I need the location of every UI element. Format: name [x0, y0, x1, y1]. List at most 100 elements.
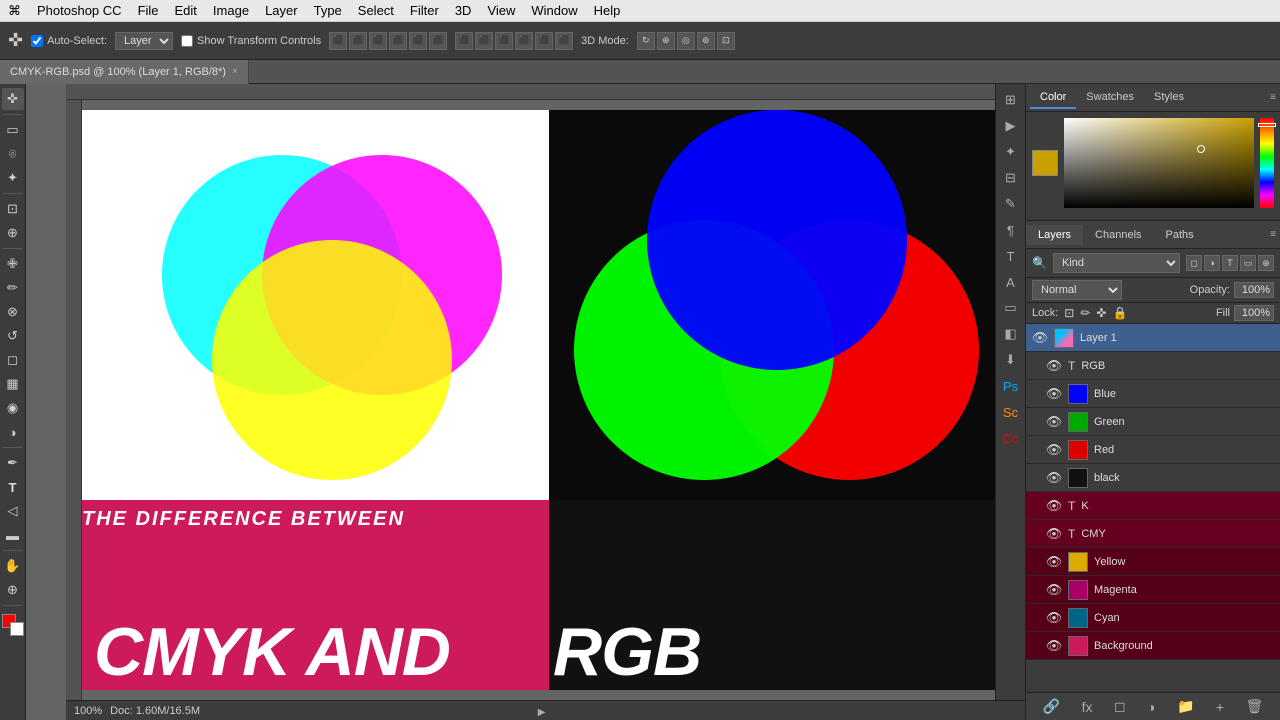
- menu-layer[interactable]: Layer: [265, 3, 298, 18]
- layer-kind-select[interactable]: Kind: [1053, 253, 1180, 273]
- dist-bottom-icon[interactable]: ⬛: [495, 32, 513, 50]
- zoom-tool-button[interactable]: ⊕: [2, 579, 24, 601]
- play-icon[interactable]: ▶: [999, 114, 1023, 138]
- wand-tool-button[interactable]: ✦: [2, 167, 24, 189]
- add-style-button[interactable]: fx: [1078, 697, 1097, 717]
- layer-item-background[interactable]: 👁 Background: [1026, 632, 1280, 660]
- layer-item-yellow[interactable]: 👁 Yellow: [1026, 548, 1280, 576]
- filter-adjust-icon[interactable]: ◑: [1204, 255, 1220, 271]
- menu-photoshop[interactable]: Photoshop CC: [37, 3, 122, 18]
- dodge-tool-button[interactable]: ◑: [2, 421, 24, 443]
- cc-icon[interactable]: Cc: [999, 426, 1023, 450]
- delete-layer-button[interactable]: 🗑: [1241, 696, 1267, 717]
- dist-hcenter-icon[interactable]: ⬛: [535, 32, 553, 50]
- layer-vis-yellow[interactable]: 👁: [1046, 554, 1062, 570]
- layer-item-black[interactable]: 👁 black: [1026, 464, 1280, 492]
- shapes-icon[interactable]: ▭: [999, 296, 1023, 320]
- color-foreground-swatch[interactable]: [1032, 150, 1058, 176]
- layer-item-magenta[interactable]: 👁 Magenta: [1026, 576, 1280, 604]
- apple-menu[interactable]: ⌘: [8, 3, 21, 19]
- color-panel-collapse[interactable]: ≡: [1270, 92, 1276, 103]
- ruler-icon[interactable]: ⊟: [999, 166, 1023, 190]
- crop-tool-button[interactable]: ⊡: [2, 198, 24, 220]
- character-icon[interactable]: A: [999, 270, 1023, 294]
- layer-item-cyan[interactable]: 👁 Cyan: [1026, 604, 1280, 632]
- tab-close-button[interactable]: ×: [232, 66, 238, 77]
- lock-all-icon[interactable]: 🔒: [1112, 306, 1127, 320]
- layer-item-blue[interactable]: 👁 Blue: [1026, 380, 1280, 408]
- 3d-zoom-icon[interactable]: ⊡: [717, 32, 735, 50]
- layer-vis-magenta[interactable]: 👁: [1046, 582, 1062, 598]
- lock-move-icon[interactable]: ✜: [1096, 306, 1106, 320]
- filter-pixel-icon[interactable]: ◻: [1186, 255, 1202, 271]
- filter-shape-icon[interactable]: ▭: [1240, 255, 1256, 271]
- brush-tool-button[interactable]: ✏: [2, 277, 24, 299]
- clone-tool-button[interactable]: ⊗: [2, 301, 24, 323]
- tab-layers[interactable]: Layers: [1026, 225, 1083, 245]
- align-right-icon[interactable]: ⬛: [429, 32, 447, 50]
- history-brush-button[interactable]: ↺: [2, 325, 24, 347]
- opacity-input[interactable]: 100%: [1234, 282, 1274, 298]
- tab-swatches[interactable]: Swatches: [1076, 87, 1144, 109]
- layers-panel-collapse[interactable]: ≡: [1270, 229, 1276, 240]
- hand-tool-button[interactable]: ✋: [2, 555, 24, 577]
- align-bottom-icon[interactable]: ⬛: [369, 32, 387, 50]
- show-transform-checkbox[interactable]: [181, 35, 193, 47]
- filter-type-icon[interactable]: T: [1222, 255, 1238, 271]
- layer-item-green[interactable]: 👁 Green: [1026, 408, 1280, 436]
- 3d-orbit-icon[interactable]: ◎: [677, 32, 695, 50]
- paragraph-icon[interactable]: ¶: [999, 218, 1023, 242]
- layer-item-rgb[interactable]: 👁 T RGB: [1026, 352, 1280, 380]
- arrange-icon[interactable]: ⊞: [999, 88, 1023, 112]
- layer-vis-layer1[interactable]: 👁: [1032, 330, 1048, 346]
- menu-edit[interactable]: Edit: [175, 3, 197, 18]
- link-layers-button[interactable]: 🔗: [1039, 696, 1064, 717]
- layer-vis-k[interactable]: 👁: [1046, 498, 1062, 514]
- type-tool-button[interactable]: T: [2, 476, 24, 498]
- tab-paths[interactable]: Paths: [1154, 225, 1206, 245]
- eyedropper-tool-button[interactable]: ⊕: [2, 222, 24, 244]
- align-hcenter-icon[interactable]: ⬛: [409, 32, 427, 50]
- layer-item-cmy[interactable]: 👁 T CMY: [1026, 520, 1280, 548]
- align-vcenter-icon[interactable]: ⬛: [349, 32, 367, 50]
- blend-mode-select[interactable]: Normal: [1032, 280, 1122, 300]
- new-layer-button[interactable]: +: [1212, 697, 1228, 717]
- eraser-tool-button[interactable]: ◻: [2, 349, 24, 371]
- path-select-button[interactable]: ◁: [2, 500, 24, 522]
- tab-styles[interactable]: Styles: [1144, 87, 1194, 109]
- note-icon[interactable]: ✎: [999, 192, 1023, 216]
- 3d-roll-icon[interactable]: ⊛: [697, 32, 715, 50]
- shape-tool-button[interactable]: ▬: [2, 524, 24, 546]
- layer-vis-black[interactable]: 👁: [1046, 470, 1062, 486]
- lock-pixels-icon[interactable]: ⊡: [1064, 306, 1074, 320]
- new-adjustment-button[interactable]: ◑: [1143, 697, 1159, 717]
- download-icon[interactable]: ⬇: [999, 348, 1023, 372]
- menu-select[interactable]: Select: [358, 3, 394, 18]
- layer-vis-blue[interactable]: 👁: [1046, 386, 1062, 402]
- lock-paint-icon[interactable]: ✏: [1080, 306, 1090, 320]
- menu-3d[interactable]: 3D: [455, 3, 472, 18]
- 3d-rotate-icon[interactable]: ↻: [637, 32, 655, 50]
- menu-file[interactable]: File: [138, 3, 159, 18]
- document-tab[interactable]: CMYK-RGB.psd @ 100% (Layer 1, RGB/8*) ×: [0, 60, 249, 84]
- layer-vis-cmy[interactable]: 👁: [1046, 526, 1062, 542]
- menu-image[interactable]: Image: [213, 3, 249, 18]
- type2-icon[interactable]: T: [999, 244, 1023, 268]
- lasso-tool-button[interactable]: ⌾: [2, 143, 24, 165]
- align-top-icon[interactable]: ⬛: [329, 32, 347, 50]
- auto-select-dropdown[interactable]: Layer: [115, 32, 173, 50]
- heal-tool-button[interactable]: ✙: [2, 253, 24, 275]
- layer-item-red[interactable]: 👁 Red: [1026, 436, 1280, 464]
- menu-filter[interactable]: Filter: [410, 3, 439, 18]
- canvas-viewport[interactable]: THE DIFFERENCE BETWEEN CMYK AND RGB: [82, 100, 995, 700]
- hue-strip[interactable]: [1260, 118, 1274, 208]
- dist-top-icon[interactable]: ⬛: [455, 32, 473, 50]
- puppet-icon[interactable]: ✦: [999, 140, 1023, 164]
- filter-smart-icon[interactable]: ⊕: [1258, 255, 1274, 271]
- menu-type[interactable]: Type: [314, 3, 342, 18]
- blur-tool-button[interactable]: ◉: [2, 397, 24, 419]
- menu-help[interactable]: Help: [594, 3, 621, 18]
- menu-window[interactable]: Window: [531, 3, 577, 18]
- pen-tool-button[interactable]: ✒: [2, 452, 24, 474]
- dist-right-icon[interactable]: ⬛: [555, 32, 573, 50]
